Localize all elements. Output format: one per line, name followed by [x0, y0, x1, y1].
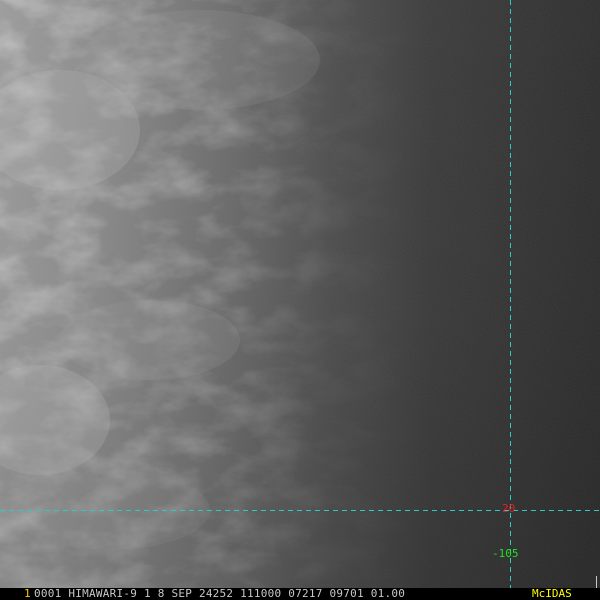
satellite-viewer: 20 -105 1 0001 HIMAWARI-9 1 8 SEP 24252 …	[0, 0, 600, 600]
longitude-label: -105	[492, 547, 519, 560]
edge-tick-mark	[596, 576, 597, 588]
image-header-text: 0001 HIMAWARI-9 1 8 SEP 24252 111000 072…	[34, 588, 406, 600]
latitude-label: 20	[502, 502, 516, 515]
satellite-image	[0, 0, 600, 588]
status-bar: 1 0001 HIMAWARI-9 1 8 SEP 24252 111000 0…	[0, 588, 600, 600]
mcidas-brand-label: McIDAS	[532, 588, 572, 600]
frame-number: 1	[24, 588, 31, 600]
